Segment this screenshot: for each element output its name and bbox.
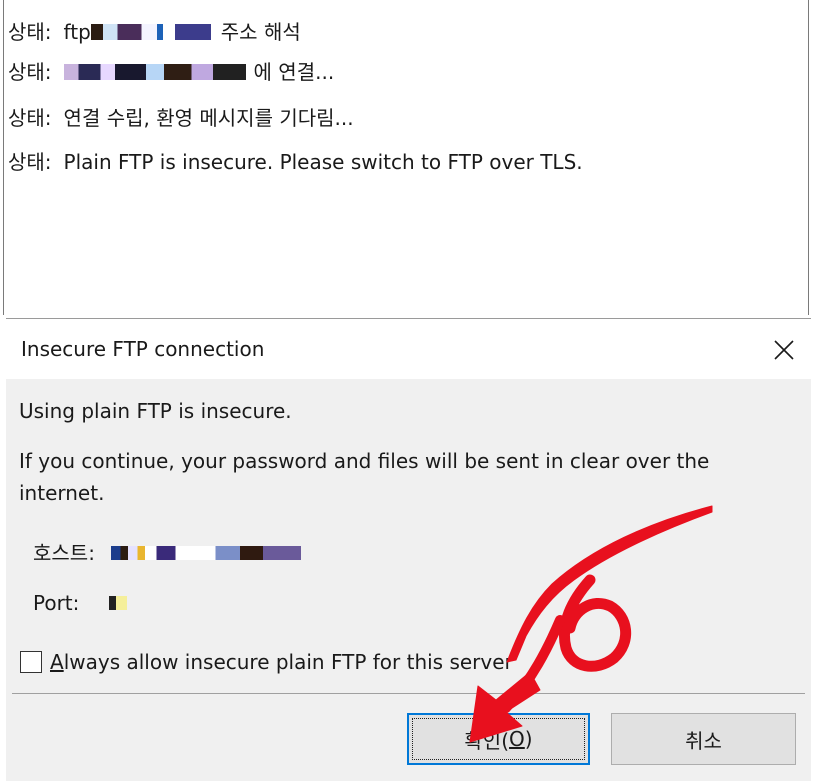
host-row: 호스트: bbox=[33, 539, 301, 567]
always-allow-accelerator: A bbox=[50, 650, 64, 674]
always-allow-option[interactable]: Always allow insecure plain FTP for this… bbox=[20, 650, 513, 674]
insecure-ftp-dialog: Insecure FTP connection Using plain FTP … bbox=[6, 318, 811, 781]
redacted-address bbox=[63, 64, 246, 80]
log-text-after: 에 연결... bbox=[253, 60, 335, 84]
ok-button-label: 확인(O) bbox=[412, 718, 585, 760]
log-text-after: Plain FTP is insecure. Please switch to … bbox=[63, 150, 583, 174]
log-line: 상태: 에 연결... bbox=[8, 57, 334, 87]
always-allow-label-text: lways allow insecure plain FTP for this … bbox=[63, 650, 513, 674]
redacted-hostname bbox=[90, 24, 211, 40]
log-line: 상태: ftp 주소 해석 bbox=[8, 17, 301, 47]
log-text-after: 주소 해석 bbox=[220, 20, 301, 44]
dialog-titlebar[interactable]: Insecure FTP connection bbox=[6, 319, 811, 379]
log-text-after: 연결 수립, 환영 메시지를 기다림... bbox=[63, 106, 354, 130]
ok-label-main: 확인( bbox=[464, 728, 510, 753]
message-warning-line1: If you continue, your password and files… bbox=[19, 449, 710, 473]
message-warning-line2: internet. bbox=[19, 481, 105, 505]
host-label: 호스트: bbox=[33, 541, 95, 565]
log-prefix: 상태: bbox=[8, 106, 52, 130]
always-allow-checkbox[interactable] bbox=[20, 651, 42, 673]
close-button[interactable] bbox=[767, 333, 801, 367]
cancel-label: 취소 bbox=[685, 728, 722, 753]
redacted-port-value bbox=[109, 596, 128, 610]
cancel-button[interactable]: 취소 bbox=[611, 713, 796, 765]
close-icon bbox=[774, 340, 794, 360]
ok-label-accel: O bbox=[509, 727, 525, 751]
port-label: Port: bbox=[33, 591, 80, 615]
log-prefix: 상태: bbox=[8, 20, 52, 44]
dialog-title: Insecure FTP connection bbox=[21, 337, 265, 361]
redacted-host-value bbox=[110, 546, 301, 560]
status-log-panel: 상태: ftp 주소 해석 상태: 에 연결... 상태: 연결 수립, 환영 … bbox=[3, 0, 809, 315]
ok-label-end: ) bbox=[524, 727, 533, 751]
message-insecure: Using plain FTP is insecure. bbox=[19, 399, 292, 423]
log-line: 상태: 연결 수립, 환영 메시지를 기다림... bbox=[8, 103, 354, 133]
log-prefix: 상태: bbox=[8, 60, 52, 84]
log-prefix: 상태: bbox=[8, 150, 52, 174]
log-text-before: ftp bbox=[63, 20, 91, 44]
port-row: Port: bbox=[33, 589, 128, 617]
ok-button[interactable]: 확인(O) bbox=[407, 713, 590, 765]
always-allow-label: Always allow insecure plain FTP for this… bbox=[50, 650, 513, 674]
log-line: 상태: Plain FTP is insecure. Please switch… bbox=[8, 147, 583, 177]
separator bbox=[12, 693, 805, 694]
